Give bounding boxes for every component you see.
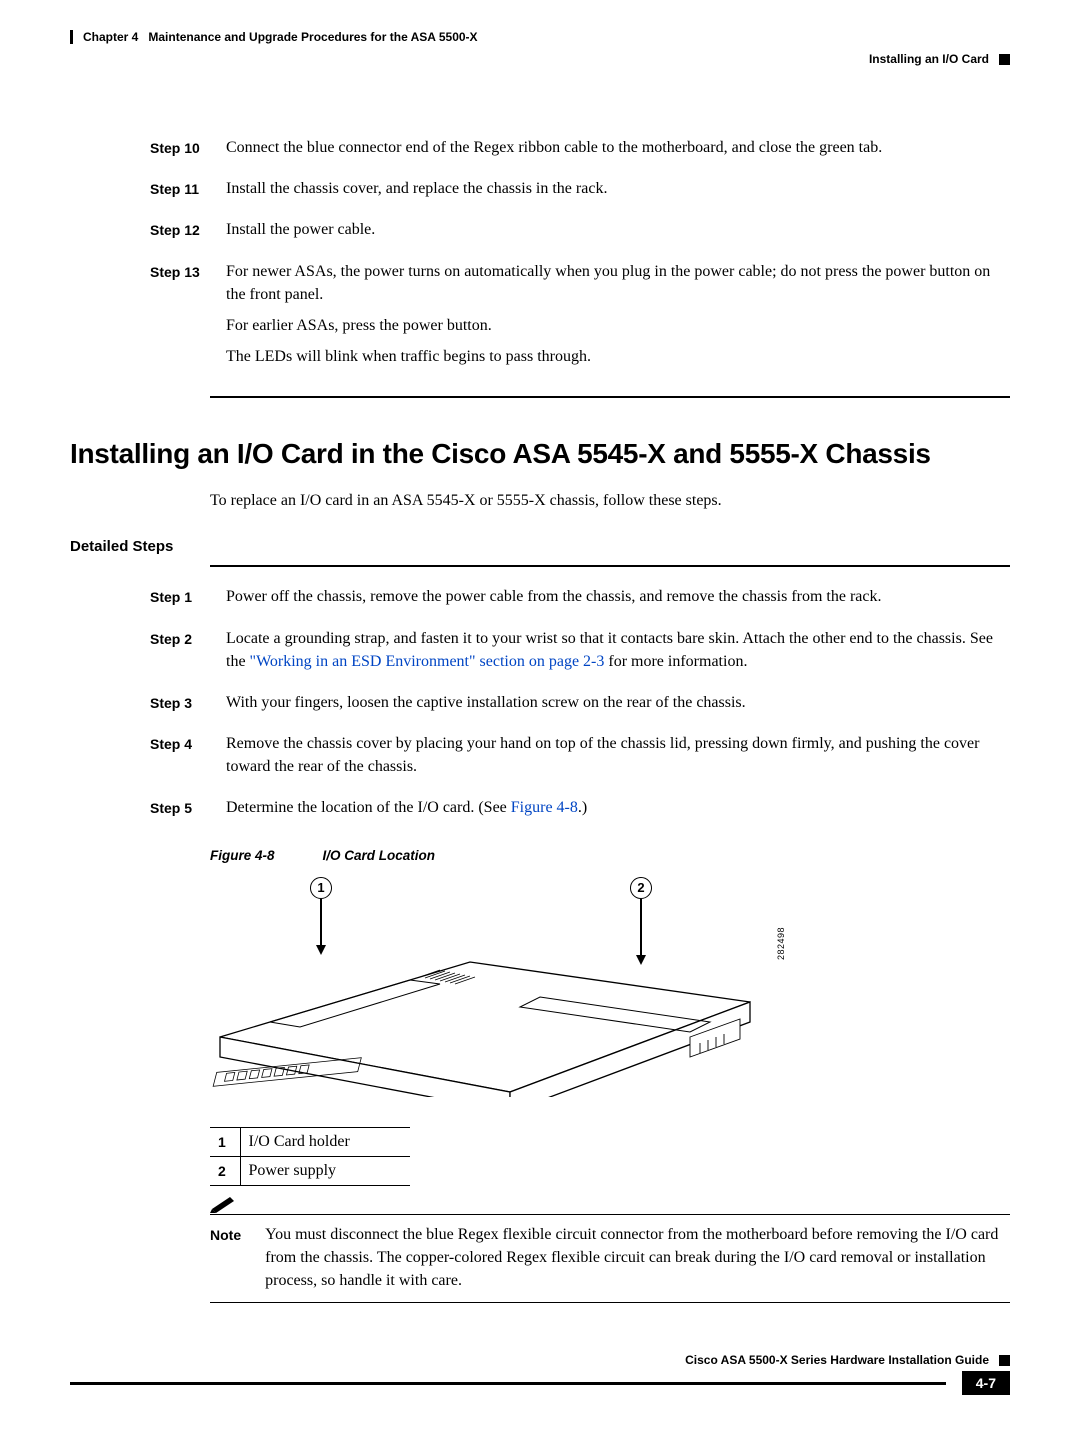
step-label: Step 13 [150, 260, 208, 377]
step-body: Remove the chassis cover by placing your… [226, 732, 1000, 786]
page-header: Chapter 4 Maintenance and Upgrade Proced… [70, 30, 1010, 66]
step-row: Step 1 Power off the chassis, remove the … [150, 585, 1000, 616]
step-label: Step 4 [150, 732, 208, 786]
page-footer: Cisco ASA 5500-X Series Hardware Install… [70, 1353, 1010, 1395]
table-row: 1I/O Card holder [210, 1127, 410, 1156]
section-name: Installing an I/O Card [869, 52, 989, 66]
cross-reference-link[interactable]: "Working in an ESD Environment" section … [250, 653, 605, 670]
step-paragraph: Locate a grounding strap, and fasten it … [226, 627, 1000, 673]
legend-label: I/O Card holder [240, 1127, 410, 1156]
step-body: Connect the blue connector end of the Re… [226, 136, 1000, 167]
section-intro: To replace an I/O card in an ASA 5545-X … [210, 492, 1010, 510]
footer-square-icon [999, 1355, 1010, 1366]
step-paragraph: Connect the blue connector end of the Re… [226, 136, 1000, 159]
step-row: Step 3 With your fingers, loosen the capt… [150, 691, 1000, 722]
chassis-svg-icon [210, 927, 770, 1097]
step-paragraph: For newer ASAs, the power turns on autom… [226, 260, 1000, 306]
figure-caption: Figure 4-8 I/O Card Location [210, 848, 1010, 863]
footer-bar-icon [70, 1382, 946, 1385]
step-paragraph: For earlier ASAs, press the power button… [226, 314, 1000, 337]
note-body: You must disconnect the blue Regex flexi… [265, 1223, 1010, 1293]
figure-image-id: 282498 [776, 927, 786, 960]
step-paragraph: Install the chassis cover, and replace t… [226, 177, 1000, 200]
callout-2-circle: 2 [630, 877, 652, 899]
step-paragraph: Power off the chassis, remove the power … [226, 585, 1000, 608]
step-label: Step 5 [150, 796, 208, 827]
detailed-steps-label: Detailed Steps [70, 538, 1010, 555]
chassis-diagram: 1 2 [210, 877, 770, 1097]
legend-label: Power supply [240, 1156, 410, 1185]
step-label: Step 11 [150, 177, 208, 208]
step-paragraph: Determine the location of the I/O card. … [226, 796, 1000, 819]
section-name-line: Installing an I/O Card [70, 52, 1010, 66]
figure-title: I/O Card Location [323, 848, 436, 863]
section-divider [210, 396, 1010, 398]
step-body: Locate a grounding strap, and fasten it … [226, 627, 1000, 681]
step-body: For newer ASAs, the power turns on autom… [226, 260, 1000, 377]
continuing-steps: Step 10 Connect the blue connector end of… [150, 136, 1000, 376]
step-row: Step 5 Determine the location of the I/O … [150, 796, 1000, 827]
callout-1-number: 1 [317, 880, 324, 895]
step-row: Step 12 Install the power cable. [150, 218, 1000, 249]
step-body: With your fingers, loosen the captive in… [226, 691, 1000, 722]
header-bar-icon [70, 30, 73, 44]
callout-2-number: 2 [637, 880, 644, 895]
step-label: Step 2 [150, 627, 208, 681]
step-label: Step 10 [150, 136, 208, 167]
step-label: Step 1 [150, 585, 208, 616]
step-body: Determine the location of the I/O card. … [226, 796, 1000, 827]
section-heading: Installing an I/O Card in the Cisco ASA … [70, 438, 1010, 470]
note-label: Note [210, 1223, 241, 1293]
page-number: 4-7 [962, 1371, 1010, 1395]
chapter-label: Chapter 4 [83, 30, 138, 44]
step-row: Step 11 Install the chassis cover, and re… [150, 177, 1000, 208]
header-square-icon [999, 54, 1010, 65]
figure-legend-table: 1I/O Card holder2Power supply [210, 1127, 410, 1186]
step-row: Step 4 Remove the chassis cover by placin… [150, 732, 1000, 786]
step-row: Step 13 For newer ASAs, the power turns o… [150, 260, 1000, 377]
chapter-title: Maintenance and Upgrade Procedures for t… [148, 30, 477, 44]
step-body: Install the power cable. [226, 218, 1000, 249]
footer-doc-title: Cisco ASA 5500-X Series Hardware Install… [685, 1353, 989, 1367]
step-body: Install the chassis cover, and replace t… [226, 177, 1000, 208]
step-paragraph: Install the power cable. [226, 218, 1000, 241]
step-paragraph: Remove the chassis cover by placing your… [226, 732, 1000, 778]
detailed-steps: Step 1 Power off the chassis, remove the … [150, 585, 1000, 827]
chapter-line: Chapter 4 Maintenance and Upgrade Proced… [70, 30, 1010, 44]
step-row: Step 2 Locate a grounding strap, and fast… [150, 627, 1000, 681]
legend-number: 2 [210, 1156, 240, 1185]
figure-number: Figure 4-8 [210, 848, 275, 863]
cross-reference-link[interactable]: Figure 4-8 [511, 799, 578, 816]
callout-1-circle: 1 [310, 877, 332, 899]
note-pencil-icon [210, 1193, 236, 1213]
legend-number: 1 [210, 1127, 240, 1156]
figure-block: Figure 4-8 I/O Card Location 1 2 [210, 848, 1010, 1097]
note-block: Note You must disconnect the blue Regex … [210, 1214, 1010, 1304]
step-paragraph: The LEDs will blink when traffic begins … [226, 345, 1000, 368]
step-paragraph: With your fingers, loosen the captive in… [226, 691, 1000, 714]
step-label: Step 3 [150, 691, 208, 722]
step-label: Step 12 [150, 218, 208, 249]
step-row: Step 10 Connect the blue connector end of… [150, 136, 1000, 167]
table-row: 2Power supply [210, 1156, 410, 1185]
step-body: Power off the chassis, remove the power … [226, 585, 1000, 616]
detailed-steps-rule [210, 565, 1010, 567]
